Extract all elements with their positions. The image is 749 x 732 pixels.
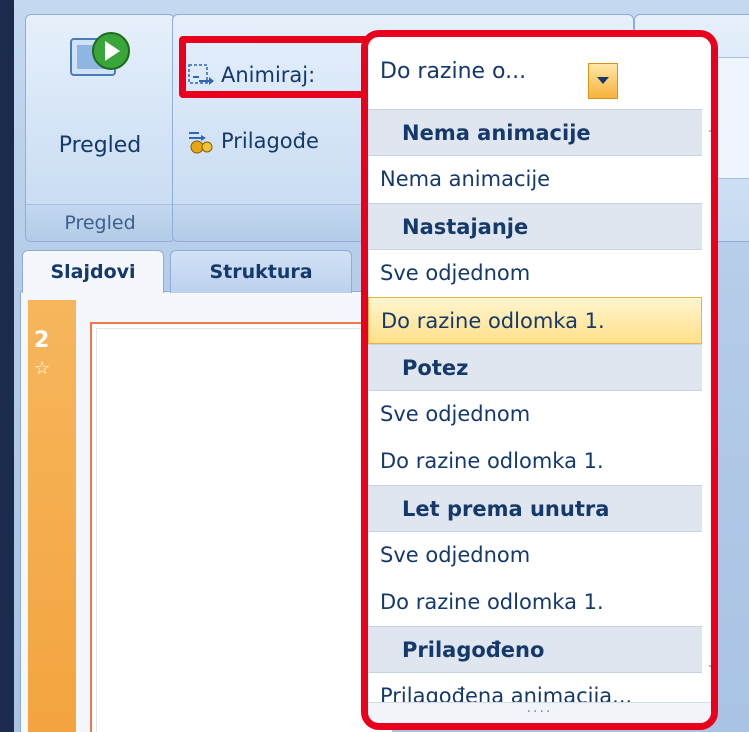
section-header: Let prema unutra <box>368 485 702 532</box>
section-header: Prilagođeno <box>368 626 702 673</box>
animate-label: Animiraj: <box>221 63 316 87</box>
scroll-up-arrow-icon[interactable] <box>708 124 711 132</box>
dropdown-scrollbar[interactable] <box>703 109 711 723</box>
powerpoint-window: Pregled Pregled Animiraj: Prilagođe Slaj… <box>14 0 749 732</box>
option-no-animation[interactable]: Nema animacije <box>368 156 702 203</box>
tab-outline[interactable]: Struktura <box>170 250 352 293</box>
tab-slides[interactable]: Slajdovi <box>22 250 164 293</box>
preview-play-icon <box>70 32 130 76</box>
preview-button-label: Pregled <box>58 133 142 158</box>
slide-thumbnail-canvas <box>96 328 392 732</box>
option-fade-all-at-once[interactable]: Sve odjednom <box>368 250 702 297</box>
preview-button[interactable]: Pregled <box>26 29 174 189</box>
option-wipe-all-at-once[interactable]: Sve odjednom <box>368 391 702 438</box>
section-header: Nema animacije <box>368 109 702 156</box>
option-fly-in-all-at-once[interactable]: Sve odjednom <box>368 532 702 579</box>
slide-thumbnail[interactable] <box>90 322 392 732</box>
preview-group-label: Pregled <box>26 204 174 241</box>
animate-combo-value: Do razine o... <box>380 59 527 84</box>
slides-pane-tabs: Slajdovi Struktura <box>14 250 394 293</box>
animate-icon <box>188 64 214 85</box>
option-fly-in-by-paragraph[interactable]: Do razine odlomka 1. <box>368 579 702 626</box>
animate-label-row[interactable]: Animiraj: <box>187 55 315 95</box>
section-header: Potez <box>368 344 702 391</box>
animate-combo[interactable]: Do razine o... <box>368 37 711 117</box>
dropdown-arrow-icon[interactable] <box>588 63 618 99</box>
custom-animation-button[interactable]: Prilagođe <box>187 121 319 161</box>
slide-selection-strip: 2 ☆ <box>28 300 76 732</box>
section-header: Nastajanje <box>368 203 702 250</box>
animate-options-list: Nema animacije Nema animacije Nastajanje… <box>368 109 702 720</box>
scroll-down-arrow-icon[interactable] <box>708 665 711 673</box>
resize-grip-icon[interactable]: ···· <box>368 702 711 723</box>
custom-animation-icon <box>189 132 213 154</box>
custom-animation-label: Prilagođe <box>221 129 319 153</box>
option-wipe-by-paragraph[interactable]: Do razine odlomka 1. <box>368 438 702 485</box>
slide-number: 2 <box>34 328 50 353</box>
animate-dropdown: Do razine o... Nema animacije Nema anima… <box>361 30 718 730</box>
preview-group: Pregled Pregled <box>25 14 175 242</box>
animation-star-icon: ☆ <box>34 358 51 379</box>
option-fade-by-paragraph[interactable]: Do razine odlomka 1. <box>368 297 702 344</box>
